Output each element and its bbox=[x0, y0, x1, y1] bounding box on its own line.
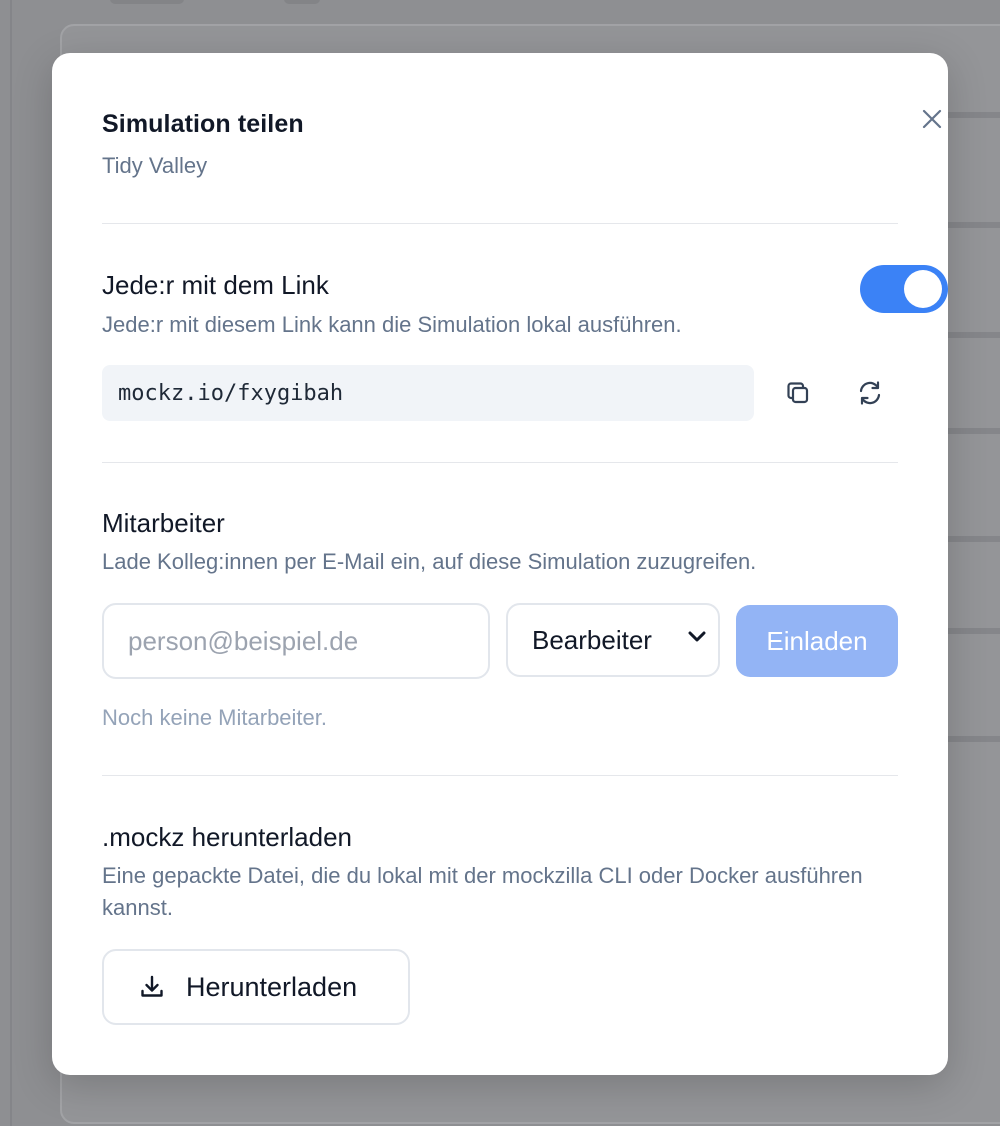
background-row bbox=[946, 222, 1000, 312]
role-select[interactable]: Bearbeiter bbox=[506, 603, 720, 677]
link-sharing-toggle[interactable] bbox=[860, 265, 948, 313]
chevron-down-icon bbox=[688, 631, 706, 642]
section-divider bbox=[102, 775, 898, 776]
invite-button[interactable]: Einladen bbox=[736, 605, 898, 677]
background-tab bbox=[284, 0, 320, 4]
toggle-knob bbox=[904, 270, 942, 308]
share-link-url: mockz.io/fxygibah bbox=[118, 380, 344, 406]
download-button-label: Herunterladen bbox=[186, 971, 358, 1002]
section-divider bbox=[102, 223, 898, 224]
background-row bbox=[946, 628, 1000, 718]
download-button[interactable]: Herunterladen bbox=[102, 949, 410, 1025]
role-select-value: Bearbeiter bbox=[532, 624, 652, 655]
link-section-description: Jede:r mit diesem Link kann die Simulati… bbox=[102, 312, 682, 337]
background-row bbox=[946, 112, 1000, 202]
section-divider bbox=[102, 462, 898, 463]
regenerate-link-button[interactable] bbox=[850, 373, 890, 413]
download-description: Eine gepackte Datei, die du lokal mit de… bbox=[102, 863, 863, 920]
share-link-field[interactable]: mockz.io/fxygibah bbox=[102, 365, 754, 421]
copy-link-button[interactable] bbox=[778, 373, 818, 413]
link-section-title: Jede:r mit dem Link bbox=[102, 270, 329, 300]
refresh-icon bbox=[859, 381, 881, 405]
copy-icon bbox=[787, 382, 809, 404]
dialog-subtitle: Tidy Valley bbox=[102, 153, 208, 178]
close-icon bbox=[922, 109, 942, 129]
background-row bbox=[946, 736, 1000, 826]
background-row bbox=[946, 428, 1000, 518]
invite-email-input[interactable] bbox=[102, 603, 490, 679]
background-row bbox=[946, 536, 1000, 626]
background-tab bbox=[110, 0, 184, 4]
collaborators-description: Lade Kolleg:innen per E-Mail ein, auf di… bbox=[102, 549, 757, 574]
download-icon bbox=[141, 975, 163, 997]
background-row bbox=[946, 332, 1000, 422]
share-dialog: Simulation teilen Tidy Valley Jede:r mit… bbox=[52, 53, 948, 1075]
download-title: .mockz herunterladen bbox=[102, 822, 353, 852]
background-divider bbox=[10, 0, 12, 1126]
collaborators-empty-state: Noch keine Mitarbeiter. bbox=[102, 705, 327, 730]
dialog-title: Simulation teilen bbox=[102, 110, 304, 138]
collaborators-title: Mitarbeiter bbox=[102, 508, 225, 538]
close-button[interactable] bbox=[918, 105, 946, 133]
